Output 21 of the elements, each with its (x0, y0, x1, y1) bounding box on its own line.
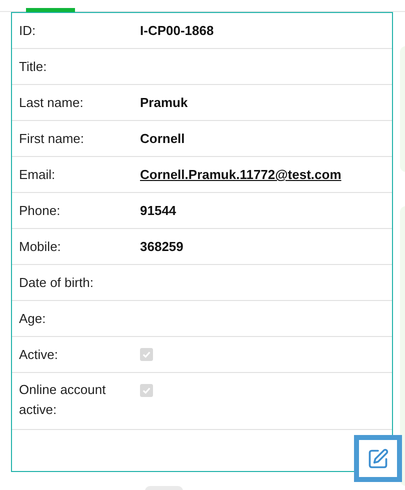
field-label: Phone: (19, 202, 62, 220)
field-label: Title: (19, 58, 48, 76)
field-label: Email: (19, 166, 56, 184)
field-label: Age: (19, 310, 47, 328)
field-value: Cornell (140, 131, 185, 146)
field-value: 91544 (140, 203, 176, 218)
edit-icon (367, 448, 389, 470)
field-label: Mobile: (19, 238, 62, 256)
field-value: 368259 (140, 239, 184, 254)
email-link[interactable]: Cornell.Pramuk.11772@test.com (140, 167, 342, 182)
field-label: Active: (19, 346, 60, 364)
edit-button[interactable] (354, 435, 402, 482)
field-label: First name: (19, 130, 86, 148)
checkmark-icon (142, 386, 151, 395)
field-label: Online account active: (19, 381, 107, 419)
field-label: Date of birth: (19, 274, 94, 292)
field-value: Pramuk (140, 95, 188, 110)
field-label: ID: (19, 22, 37, 40)
field-label: Last name: (19, 94, 84, 112)
field-value: I-CP00-1868 (140, 23, 214, 38)
checkmark-icon (142, 350, 151, 359)
